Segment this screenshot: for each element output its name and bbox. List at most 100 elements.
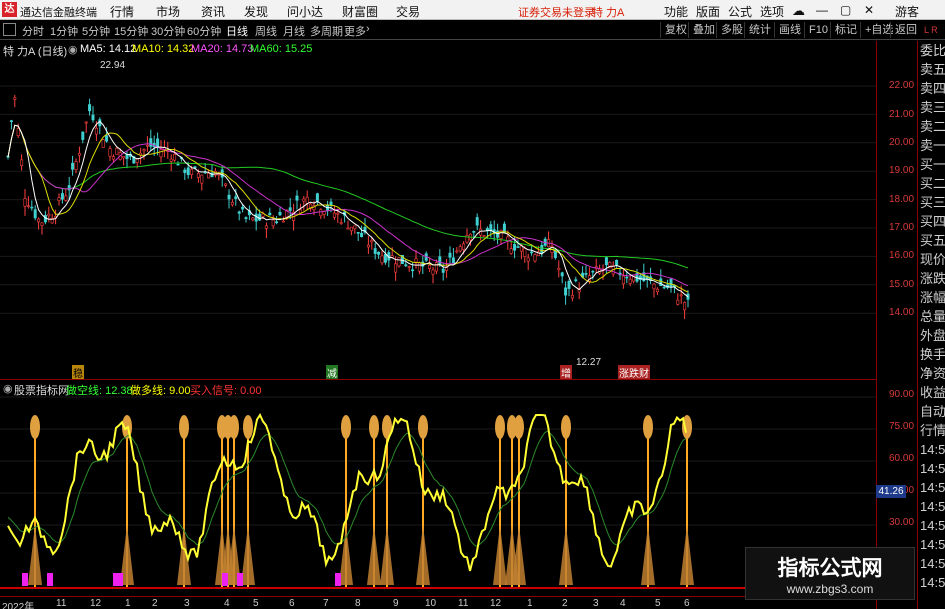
candle-body (37, 218, 41, 223)
candle-body (377, 251, 381, 255)
side-panel-item[interactable]: 14:5 (918, 478, 945, 497)
event-marker[interactable]: 涨跌财 (618, 365, 650, 380)
side-panel-item[interactable]: 委比 (918, 41, 945, 60)
tab-weekly[interactable]: 周线 (255, 23, 277, 39)
side-panel-item[interactable]: 14:5 (918, 516, 945, 535)
side-panel-item[interactable]: 14:5 (918, 554, 945, 573)
side-panel-item[interactable]: 自动 (918, 402, 945, 421)
menu-gongneng[interactable]: 功能 (664, 3, 688, 20)
side-panel-item[interactable]: 卖一 (918, 136, 945, 155)
biaoji-button[interactable]: 标记 (830, 22, 857, 38)
menu-xuanxiang[interactable]: 选项 (760, 3, 784, 20)
candle-body (560, 272, 564, 277)
x-label: 1 (527, 598, 533, 609)
tab-daily[interactable]: 日线 (226, 23, 248, 39)
tab-more[interactable]: 更多 (344, 23, 366, 39)
candle-body (227, 194, 231, 200)
side-panel-item[interactable]: 14:5 (918, 535, 945, 554)
fuquan-button[interactable]: 复权 (660, 22, 687, 38)
watermark: 指标公式网 www.zbgs3.com (745, 547, 915, 600)
side-panel-item[interactable]: 卖二 (918, 117, 945, 136)
side-panel-item[interactable]: 买五 (918, 231, 945, 250)
menu-caifuquan[interactable]: 财富圈 (342, 3, 378, 20)
chevron-right-icon[interactable]: › (366, 23, 370, 35)
login-status[interactable]: 证券交易未登录 (518, 4, 595, 20)
x-label: 2 (562, 598, 568, 609)
menu-zixun[interactable]: 资讯 (201, 3, 225, 20)
candle-body (40, 222, 44, 226)
cloud-icon[interactable]: ☁ (792, 3, 805, 19)
side-panel-item[interactable]: 买三 (918, 193, 945, 212)
side-panel-item[interactable]: 14:5 (918, 573, 945, 592)
side-panel-item[interactable]: 净资 (918, 364, 945, 383)
side-panel-item[interactable]: 14:5 (918, 497, 945, 516)
huaxian-button[interactable]: 画线 (774, 22, 801, 38)
menu-faxian[interactable]: 发现 (244, 3, 268, 20)
side-panel-item[interactable]: 卖三 (918, 98, 945, 117)
side-panel-item[interactable]: 卖四 (918, 79, 945, 98)
close-icon[interactable]: ✕ (864, 3, 874, 17)
price-chart[interactable] (0, 57, 876, 379)
candle-body (431, 269, 435, 275)
candle-body (373, 248, 377, 254)
x-label: 11 (458, 598, 469, 609)
candle-body (652, 283, 656, 290)
f10-button[interactable]: F10 (804, 22, 828, 38)
side-panel-item[interactable]: 涨跌 (918, 269, 945, 288)
side-panel-item[interactable]: 买一 (918, 155, 945, 174)
side-panel-item[interactable]: 14:5 (918, 440, 945, 459)
tab-5min[interactable]: 5分钟 (82, 23, 110, 39)
candle-body (516, 246, 520, 248)
menu-hangqing[interactable]: 行情 (110, 3, 134, 20)
candle-body (156, 138, 160, 148)
menu-shichang[interactable]: 市场 (156, 3, 180, 20)
back-button[interactable]: 返回 (890, 22, 917, 38)
tongji-button[interactable]: 统计 (744, 22, 771, 38)
side-panel-item[interactable]: 行情 (918, 421, 945, 440)
menu-jiaoyi[interactable]: 交易 (396, 3, 420, 20)
candle-body (683, 302, 687, 311)
event-marker[interactable]: 减 (326, 365, 338, 380)
minimize-icon[interactable]: — (816, 3, 828, 17)
tab-monthly[interactable]: 月线 (283, 23, 305, 39)
menu-gongshi[interactable]: 公式 (728, 3, 752, 20)
candle-body (234, 196, 238, 200)
tab-15min[interactable]: 15分钟 (114, 23, 148, 39)
side-panel-item[interactable]: 收益 (918, 383, 945, 402)
side-panel-item[interactable]: 外盘 (918, 326, 945, 345)
side-panel-item[interactable]: 涨幅 (918, 288, 945, 307)
side-panel-item[interactable]: 换手 (918, 345, 945, 364)
grid-toggle-icon[interactable] (3, 23, 16, 36)
candle-body (57, 197, 61, 201)
candle-body (176, 163, 180, 166)
side-panel-item[interactable]: 买四 (918, 212, 945, 231)
side-panel-item[interactable]: 卖五 (918, 60, 945, 79)
tab-1min[interactable]: 1分钟 (50, 23, 78, 39)
candle-body (115, 147, 119, 155)
candle-body (564, 287, 568, 296)
candle-body (509, 248, 513, 254)
menu-wenxiaoda[interactable]: 问小达 (287, 3, 323, 20)
candle-body (16, 128, 20, 136)
event-marker[interactable]: 稳 (72, 365, 84, 380)
tab-30min[interactable]: 30分钟 (151, 23, 185, 39)
add-watchlist-button[interactable]: +自选 (860, 22, 893, 38)
diejia-button[interactable]: 叠加 (688, 22, 715, 38)
event-marker[interactable]: 增 (560, 365, 572, 380)
side-panel-item[interactable]: 现价 (918, 250, 945, 269)
settings-icon[interactable]: ◉ (68, 43, 78, 56)
side-panel-item[interactable]: 14:5 (918, 459, 945, 478)
side-panel-item[interactable]: 总量 (918, 307, 945, 326)
candle-body (567, 280, 571, 289)
tab-fenshi[interactable]: 分时 (22, 23, 44, 39)
duogu-button[interactable]: 多股 (716, 22, 743, 38)
candle-body (407, 266, 411, 268)
guest-label[interactable]: 游客 (895, 3, 919, 20)
tab-multi-period[interactable]: 多周期 (310, 23, 343, 39)
menu-banmian[interactable]: 版面 (696, 3, 720, 20)
maximize-icon[interactable]: ▢ (840, 3, 851, 17)
tab-60min[interactable]: 60分钟 (187, 23, 221, 39)
side-panel-item[interactable]: 买二 (918, 174, 945, 193)
indicator-settings-icon[interactable]: ◉ (3, 382, 13, 395)
buy-signal-marker (416, 415, 430, 587)
